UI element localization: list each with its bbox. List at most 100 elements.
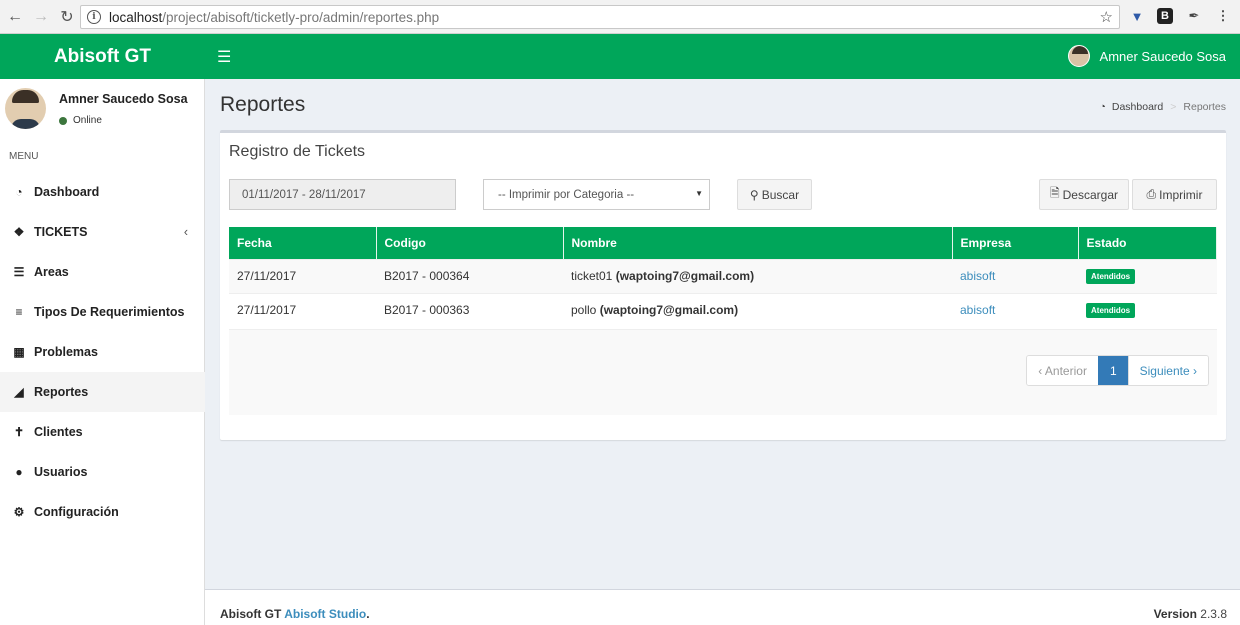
- sidebar-item-label: Usuarios: [34, 465, 88, 479]
- app-logo[interactable]: Abisoft GT: [0, 34, 205, 79]
- pagination-prev[interactable]: ‹ Anterior: [1027, 356, 1098, 385]
- sidebar-item-problemas[interactable]: ▦ Problemas: [0, 332, 205, 372]
- footer-brand-name: Abisoft GT: [220, 607, 282, 621]
- chevron-left-icon: ‹: [183, 225, 188, 239]
- category-select-value: -- Imprimir por Categoria --: [498, 188, 635, 201]
- user-menu[interactable]: Amner Saucedo Sosa: [1067, 45, 1226, 67]
- sidebar-item-usuarios[interactable]: ● Usuarios: [0, 452, 205, 492]
- sidebar-item-label: Clientes: [34, 425, 83, 439]
- sidebar-item-tickets[interactable]: ❖ TICKETS ‹: [0, 212, 205, 252]
- app-header: Abisoft GT ☰ Amner Saucedo Sosa: [0, 34, 1240, 79]
- column-header[interactable]: Estado: [1078, 227, 1217, 259]
- breadcrumb-separator: >: [1170, 101, 1177, 113]
- cell-fecha: 27/11/2017: [229, 258, 376, 293]
- cell-codigo: B2017 - 000364: [376, 258, 563, 293]
- dashboard-icon: ◔: [1099, 101, 1106, 113]
- company-link[interactable]: abisoft: [960, 303, 995, 317]
- status-text: Online: [73, 115, 102, 126]
- url-path: /project/abisoft/ticketly-pro/admin/repo…: [162, 9, 440, 25]
- ticket-name: ticket01: [571, 269, 613, 283]
- gear-icon: ⚙: [13, 505, 25, 519]
- cell-empresa: abisoft: [952, 258, 1078, 293]
- box-title: Registro de Tickets: [229, 143, 366, 160]
- page-footer: Abisoft GT Abisoft Studio. Version 2.3.8: [205, 589, 1240, 625]
- hamburger-icon[interactable]: ☰: [217, 47, 231, 67]
- b-icon[interactable]: B: [1157, 8, 1173, 24]
- url-host: localhost: [109, 9, 163, 25]
- breadcrumb: ◔ Dashboard > Reportes: [1100, 101, 1226, 113]
- forward-icon[interactable]: →: [30, 6, 52, 28]
- cell-estado: Atendidos: [1078, 292, 1217, 327]
- search-button-label: Buscar: [761, 187, 800, 202]
- breadcrumb-home[interactable]: Dashboard: [1112, 101, 1163, 113]
- sidebar-item-label: Reportes: [34, 385, 89, 399]
- menu-dots-icon[interactable]: ⋮: [1215, 8, 1231, 24]
- area-chart-icon: ◢: [14, 385, 24, 399]
- dashboard-icon: ◔: [15, 185, 23, 199]
- pagination-page[interactable]: 1: [1097, 356, 1129, 385]
- ticket-email: (waptoing7@gmail.com): [615, 269, 755, 283]
- page-title: Reportes: [220, 93, 306, 116]
- eyedropper-icon[interactable]: ✒: [1186, 8, 1202, 24]
- footer-studio-link[interactable]: Abisoft Studio: [284, 607, 366, 621]
- reload-icon[interactable]: ↻: [56, 6, 78, 28]
- avatar: [5, 88, 46, 129]
- pagination-next[interactable]: Siguiente ›: [1128, 356, 1208, 385]
- cell-fecha: 27/11/2017: [229, 292, 376, 327]
- sidebar-item-label: Configuración: [34, 505, 119, 519]
- table-header: Fecha Codigo Nombre Empresa Estado: [229, 227, 1217, 259]
- tickets-table: Fecha Codigo Nombre Empresa Estado 27/11…: [229, 227, 1217, 327]
- print-button-label: Imprimir: [1159, 187, 1203, 202]
- column-header[interactable]: Codigo: [376, 227, 564, 259]
- grid-icon: ▦: [13, 345, 25, 359]
- user-name: Amner Saucedo Sosa: [1099, 48, 1226, 64]
- table-row: 27/11/2017 B2017 - 000364 ticket01 (wapt…: [229, 258, 1217, 293]
- download-icon[interactable]: ▼: [1129, 8, 1145, 24]
- sidebar-item-label: TICKETS: [34, 225, 88, 239]
- pagination: ‹ Anterior 1 Siguiente ›: [1026, 355, 1209, 386]
- column-header[interactable]: Nombre: [563, 227, 953, 259]
- cell-nombre: pollo (waptoing7@gmail.com): [563, 292, 952, 327]
- search-button[interactable]: ⚲ Buscar: [737, 179, 812, 210]
- footer-brand: Abisoft GT Abisoft Studio.: [220, 607, 370, 621]
- date-range-input[interactable]: 01/11/2017 - 28/11/2017: [229, 179, 456, 210]
- table-footer: ‹ Anterior 1 Siguiente ›: [229, 329, 1217, 415]
- profile-name: Amner Saucedo Sosa: [59, 92, 188, 106]
- column-header[interactable]: Fecha: [229, 227, 377, 259]
- cell-codigo: B2017 - 000363: [376, 292, 563, 327]
- sidebar-item-label: Tipos De Requerimientos: [34, 305, 185, 319]
- print-icon: ⎙: [1146, 187, 1157, 201]
- info-icon[interactable]: i: [87, 10, 101, 24]
- sidebar-item-tipos[interactable]: ≡ Tipos De Requerimientos: [0, 292, 205, 332]
- column-header[interactable]: Empresa: [952, 227, 1079, 259]
- print-button[interactable]: ⎙ Imprimir: [1132, 179, 1217, 210]
- company-link[interactable]: abisoft: [960, 269, 995, 283]
- bookmark-star-icon[interactable]: ☆: [1100, 8, 1113, 26]
- sidebar-item-label: Problemas: [34, 345, 98, 359]
- user-icon: ✝: [13, 425, 25, 439]
- status-badge: Atendidos: [1086, 269, 1136, 284]
- category-select[interactable]: -- Imprimir por Categoria -- ▼: [483, 179, 710, 210]
- download-button[interactable]: 🗎 Descargar: [1039, 179, 1129, 210]
- menu-header: MENU: [9, 151, 39, 162]
- avatar: [1067, 45, 1090, 67]
- ticket-icon: ❖: [13, 225, 25, 239]
- sidebar-item-reportes[interactable]: ◢ Reportes: [0, 372, 205, 412]
- sidebar-profile: Amner Saucedo Sosa Online: [5, 88, 200, 133]
- cell-nombre: ticket01 (waptoing7@gmail.com): [563, 258, 952, 293]
- bars-icon: ≡: [15, 305, 23, 319]
- sidebar-item-clientes[interactable]: ✝ Clientes: [0, 412, 205, 452]
- sidebar-item-label: Dashboard: [34, 185, 100, 199]
- back-icon[interactable]: ←: [4, 6, 26, 28]
- file-icon: 🗎: [1049, 186, 1060, 200]
- status-badge: Atendidos: [1086, 303, 1136, 319]
- ticket-email: (waptoing7@gmail.com): [599, 303, 739, 318]
- footer-period: .: [366, 607, 370, 621]
- sidebar-menu: ◔ Dashboard ❖ TICKETS ‹ ☰ Areas ≡ Tipos De Re…: [0, 172, 205, 532]
- sidebar-item-configuracion[interactable]: ⚙ Configuración: [0, 492, 205, 532]
- sidebar-item-dashboard[interactable]: ◔ Dashboard: [0, 172, 205, 212]
- version-number: 2.3.8: [1200, 607, 1227, 621]
- address-bar[interactable]: i localhost/project/abisoft/ticketly-pro…: [80, 5, 1120, 29]
- browser-toolbar: ← → ↻ i localhost/project/abisoft/ticket…: [0, 0, 1240, 34]
- sidebar-item-areas[interactable]: ☰ Areas: [0, 252, 205, 292]
